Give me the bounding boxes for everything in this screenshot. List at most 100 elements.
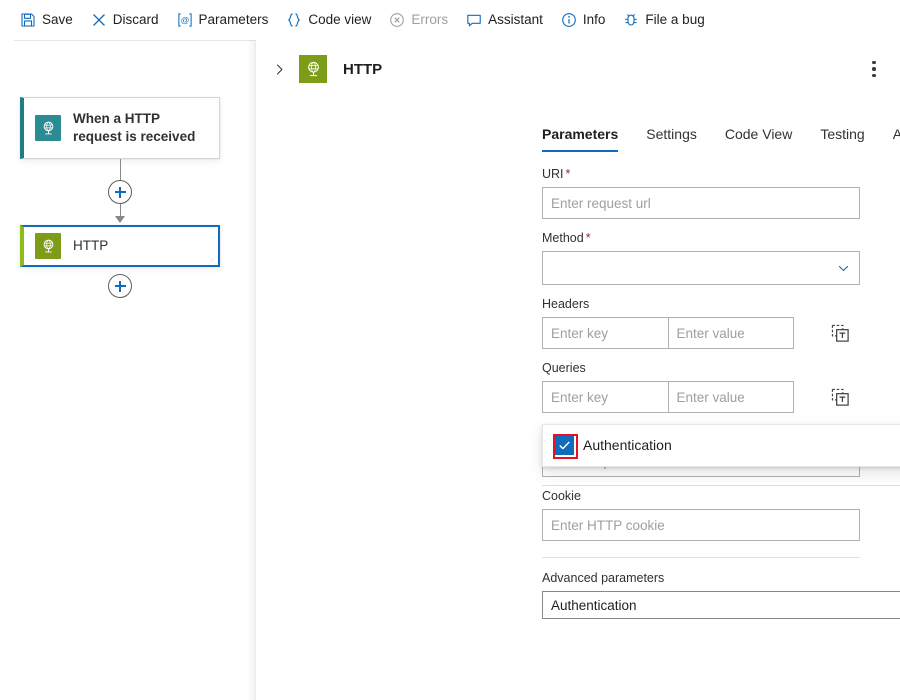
svg-text:@: @ [180, 15, 189, 25]
assistant-button[interactable]: Assistant [458, 4, 551, 36]
workflow-canvas[interactable]: When a HTTP request is received HTTP [0, 40, 255, 700]
advanced-parameters-selected-value: Authentication [551, 598, 637, 613]
code-view-label: Code view [308, 12, 371, 28]
method-label-text: Method [542, 231, 584, 245]
bottom-divider [542, 485, 900, 486]
assistant-icon [466, 12, 482, 28]
designer-body: When a HTTP request is received HTTP [0, 40, 900, 700]
trigger-node-title: When a HTTP request is received [73, 110, 201, 146]
logic-app-designer: Save Discard @ Parameters [0, 0, 900, 700]
tab-parameters[interactable]: Parameters [542, 125, 632, 152]
panel-header: HTTP [256, 40, 900, 98]
canvas-edge-shadow [247, 40, 255, 700]
discard-icon [91, 12, 107, 28]
queries-row: Enter key Enter value [542, 381, 860, 413]
headers-key-input[interactable]: Enter key [543, 318, 668, 348]
uri-placeholder: Enter request url [551, 196, 651, 211]
method-label: Method* [542, 230, 860, 246]
queries-key-input[interactable]: Enter key [543, 382, 668, 412]
queries-label: Queries [542, 360, 860, 376]
tab-settings-label: Settings [646, 126, 697, 142]
method-required-marker: * [586, 231, 591, 245]
uri-label: URI* [542, 166, 860, 182]
save-label: Save [42, 12, 73, 28]
add-step-between-icon[interactable] [108, 180, 132, 204]
tab-about[interactable]: About [879, 125, 900, 152]
save-button[interactable]: Save [12, 4, 81, 36]
tab-testing[interactable]: Testing [806, 125, 878, 152]
add-step-below-icon[interactable] [108, 274, 132, 298]
advanced-parameters-dropdown: Authentication [542, 424, 900, 467]
uri-input[interactable]: Enter request url [542, 187, 860, 219]
bug-icon [623, 12, 639, 28]
advanced-parameters-select[interactable]: Authentication [542, 591, 900, 619]
tab-testing-label: Testing [820, 126, 864, 142]
workflow-node-http[interactable]: HTTP [20, 225, 220, 267]
node-details-panel: HTTP Parameters Settings Code View [255, 40, 900, 700]
uri-label-text: URI [542, 167, 564, 181]
section-divider [542, 557, 860, 558]
headers-label: Headers [542, 296, 860, 312]
http-node-title: HTTP [73, 237, 108, 255]
headers-inputs: Enter key Enter value [542, 317, 794, 349]
field-headers: Headers Enter key Enter value [542, 296, 860, 349]
parameters-label: Parameters [199, 12, 269, 28]
workflow-node-trigger[interactable]: When a HTTP request is received [20, 97, 220, 159]
command-bar: Save Discard @ Parameters [0, 0, 900, 40]
dropdown-option-authentication[interactable]: Authentication [543, 429, 900, 461]
connector-arrow-icon [115, 216, 125, 223]
discard-button[interactable]: Discard [83, 4, 167, 36]
tab-code-view[interactable]: Code View [711, 125, 806, 152]
checkbox-checked-icon[interactable] [555, 436, 574, 455]
queries-value-placeholder: Enter value [677, 390, 745, 405]
field-method: Method* [542, 230, 860, 285]
panel-http-icon [299, 55, 327, 83]
switch-to-text-mode-icon[interactable] [820, 317, 860, 349]
code-view-button[interactable]: Code view [278, 4, 379, 36]
code-view-icon [286, 12, 302, 28]
discard-label: Discard [113, 12, 159, 28]
headers-key-placeholder: Enter key [551, 326, 608, 341]
method-select[interactable] [542, 251, 860, 285]
file-a-bug-label: File a bug [645, 12, 704, 28]
errors-button[interactable]: Errors [381, 4, 456, 36]
tab-settings[interactable]: Settings [632, 125, 711, 152]
assistant-label: Assistant [488, 12, 543, 28]
field-uri: URI* Enter request url [542, 166, 860, 219]
field-advanced-parameters: Advanced parameters Authentication Show [542, 570, 860, 619]
canvas-top-divider [14, 40, 255, 41]
info-button[interactable]: Info [553, 4, 614, 36]
tab-about-label: About [893, 126, 900, 142]
uri-required-marker: * [566, 167, 571, 181]
http-request-trigger-icon [35, 115, 61, 141]
info-icon [561, 12, 577, 28]
file-a-bug-button[interactable]: File a bug [615, 4, 712, 36]
headers-value-input[interactable]: Enter value [668, 318, 794, 348]
queries-key-placeholder: Enter key [551, 390, 608, 405]
errors-label: Errors [411, 12, 448, 28]
queries-inputs: Enter key Enter value [542, 381, 794, 413]
cookie-input[interactable]: Enter HTTP cookie [542, 509, 860, 541]
save-icon [20, 12, 36, 28]
dropdown-option-label: Authentication [583, 437, 672, 453]
cookie-placeholder: Enter HTTP cookie [551, 518, 665, 533]
chevron-right-icon[interactable] [268, 58, 290, 80]
advanced-parameters-label: Advanced parameters [542, 570, 860, 586]
cookie-label: Cookie [542, 488, 860, 504]
switch-to-text-mode-icon[interactable] [820, 381, 860, 413]
advanced-parameters-row: Authentication Show all Clear all [542, 591, 860, 619]
more-vertical-icon[interactable] [862, 55, 886, 83]
info-label: Info [583, 12, 606, 28]
headers-row: Enter key Enter value [542, 317, 860, 349]
parameters-form: URI* Enter request url Method* [256, 152, 900, 700]
panel-tabs: Parameters Settings Code View Testing Ab… [256, 112, 900, 152]
queries-value-input[interactable]: Enter value [668, 382, 794, 412]
http-action-icon [35, 233, 61, 259]
tab-code-view-label: Code View [725, 126, 792, 142]
parameters-icon: @ [177, 12, 193, 28]
parameters-button[interactable]: @ Parameters [169, 4, 277, 36]
errors-icon [389, 12, 405, 28]
headers-value-placeholder: Enter value [677, 326, 745, 341]
field-queries: Queries Enter key Enter value [542, 360, 860, 413]
chevron-down-icon [837, 262, 850, 275]
